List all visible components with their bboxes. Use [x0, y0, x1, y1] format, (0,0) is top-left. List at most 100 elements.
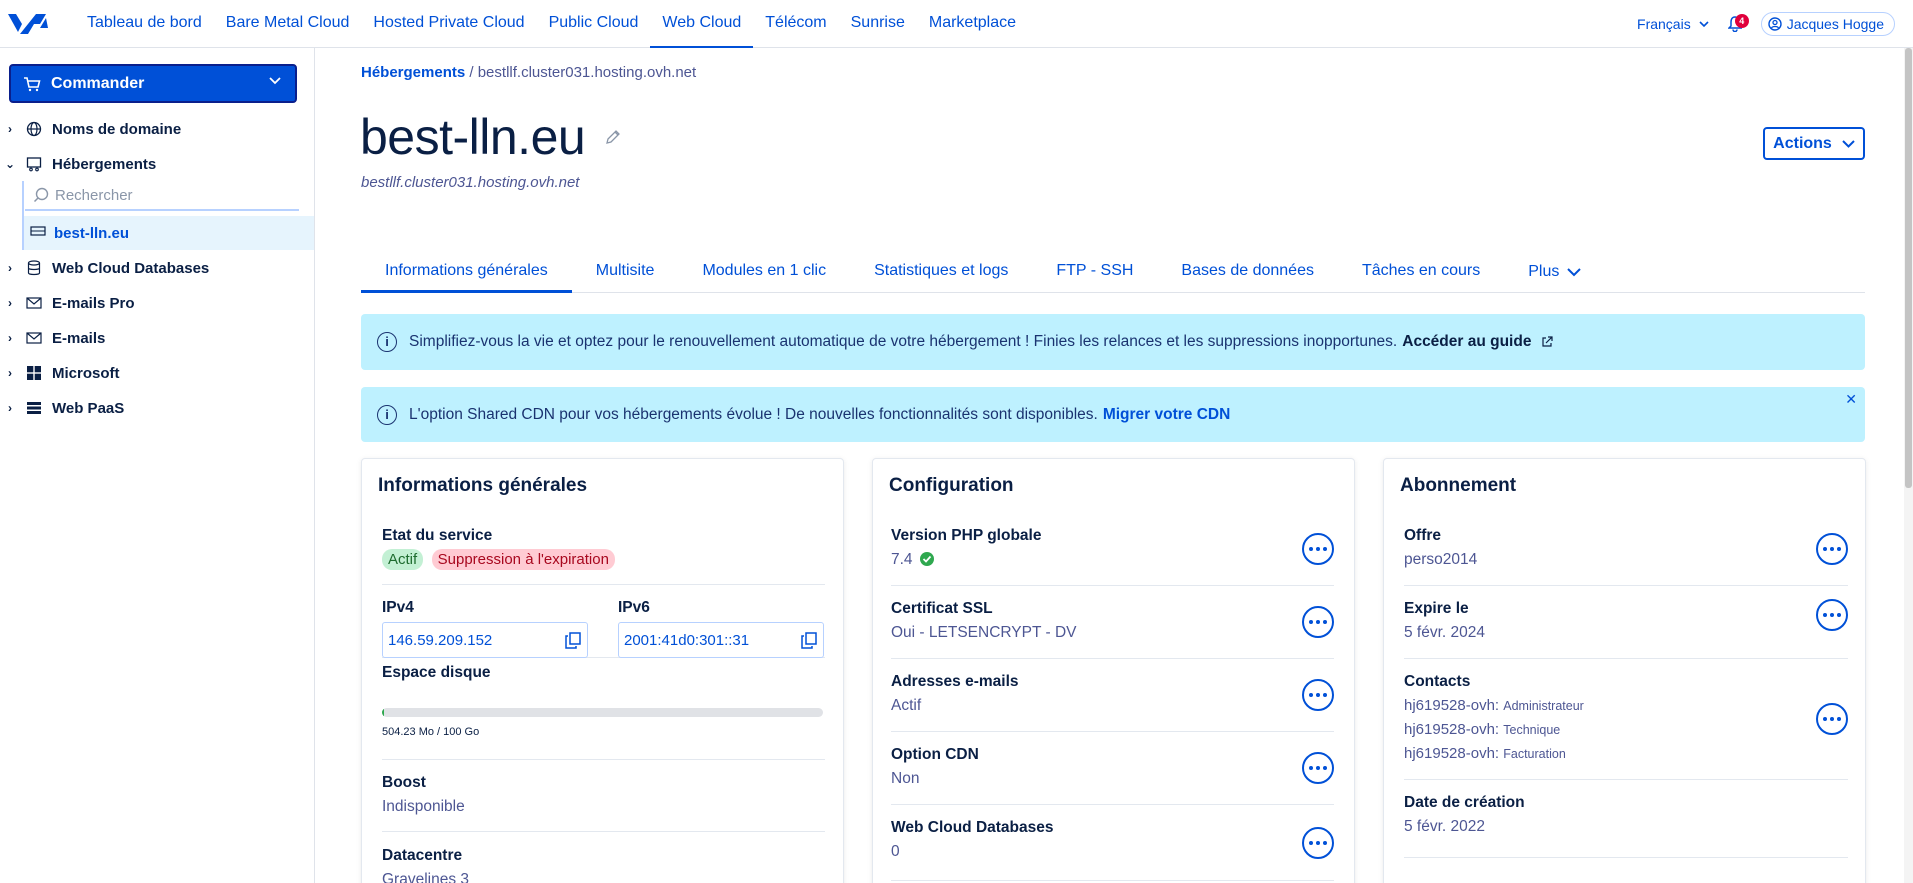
contact-role: Facturation [1503, 747, 1566, 761]
close-icon[interactable]: ✕ [1845, 391, 1857, 408]
sidebar-item-web-paas[interactable]: › Web PaaS [0, 393, 314, 423]
actions-button[interactable]: Actions [1763, 127, 1865, 160]
sidebar-item-microsoft[interactable]: › Microsoft [0, 358, 314, 388]
top-right-controls: Français 4 Jacques Hogge [1637, 0, 1895, 48]
status-badges: Actif Suppression à l'expiration [382, 549, 615, 570]
nav-item-sunrise[interactable]: Sunrise [839, 0, 917, 48]
email-more-button[interactable] [1302, 679, 1334, 711]
disk-progress-fill [382, 708, 385, 717]
status-badge-expiry: Suppression à l'expiration [431, 549, 615, 570]
tab-databases[interactable]: Bases de données [1157, 251, 1338, 293]
sidebar-item-label: Hébergements [52, 155, 157, 173]
chevron-right-icon[interactable]: › [0, 122, 20, 136]
info-icon: i [377, 404, 397, 425]
sidebar: Commander › Noms de domaine ⌄ Hébergemen… [0, 48, 315, 883]
main-nav: Tableau de bord Bare Metal Cloud Hosted … [75, 0, 1028, 48]
language-selector[interactable]: Français [1637, 16, 1709, 32]
chevron-right-icon[interactable]: › [0, 366, 20, 380]
breadcrumb-current: bestllf.cluster031.hosting.ovh.net [477, 64, 697, 81]
external-link-icon[interactable] [1541, 336, 1554, 348]
copy-icon[interactable] [801, 632, 817, 649]
nav-item-public-cloud[interactable]: Public Cloud [537, 0, 651, 48]
order-button[interactable]: Commander [9, 64, 297, 103]
sidebar-item-hosting[interactable]: ⌄ Hébergements [0, 149, 314, 179]
email-addresses-row: Adresses e-mails Actif [891, 659, 1334, 732]
hosting-icon [24, 155, 44, 173]
sidebar-item-emails-pro[interactable]: › E-mails Pro [0, 288, 314, 318]
page-scrollbar-thumb[interactable] [1905, 48, 1912, 488]
chevron-down-icon [1842, 139, 1855, 148]
tab-modules[interactable]: Modules en 1 clic [678, 251, 850, 293]
sidebar-subitem-label: best-lln.eu [54, 224, 130, 242]
field-label: Date de création [1404, 794, 1525, 811]
tab-multisite[interactable]: Multisite [572, 251, 679, 293]
search-icon [33, 187, 49, 203]
expiry-more-button[interactable] [1816, 599, 1848, 631]
contact-item: hj619528-ovh: Technique [1404, 718, 1584, 742]
actions-button-label: Actions [1773, 134, 1832, 152]
chevron-right-icon[interactable]: › [0, 261, 20, 275]
ipv4-value: 146.59.209.152 [388, 631, 493, 649]
ipv6-field[interactable]: 2001:41d0:301::31 [618, 622, 824, 658]
nav-item-hosted-private[interactable]: Hosted Private Cloud [361, 0, 536, 48]
contact-role: Administrateur [1503, 699, 1584, 713]
copy-icon[interactable] [565, 632, 581, 649]
chevron-down-icon[interactable]: ⌄ [0, 157, 20, 171]
databases-more-button[interactable] [1302, 827, 1334, 859]
tab-tasks[interactable]: Tâches en cours [1338, 251, 1504, 293]
tab-ftp-ssh[interactable]: FTP - SSH [1032, 251, 1157, 293]
pencil-icon[interactable] [604, 128, 622, 146]
contact-id: hj619528-ovh: [1404, 721, 1500, 738]
stack-icon [24, 399, 44, 417]
tab-more[interactable]: Plus [1504, 251, 1605, 293]
sidebar-item-label: Microsoft [52, 364, 120, 382]
banner-text: Simplifiez-vous la vie et optez pour le … [409, 333, 1398, 350]
sidebar-item-domains[interactable]: › Noms de domaine [0, 114, 314, 144]
user-name: Jacques Hogge [1786, 16, 1884, 32]
chevron-right-icon[interactable]: › [0, 401, 20, 415]
nav-item-bare-metal[interactable]: Bare Metal Cloud [214, 0, 362, 48]
chevron-down-icon [1699, 20, 1709, 27]
offer-more-button[interactable] [1816, 533, 1848, 565]
cdn-more-button[interactable] [1302, 752, 1334, 784]
search-placeholder: Rechercher [55, 186, 133, 204]
web-cloud-databases-row: Web Cloud Databases 0 [891, 805, 1334, 881]
sidebar-item-web-cloud-databases[interactable]: › Web Cloud Databases [0, 253, 314, 283]
banner-migrate-link[interactable]: Migrer votre CDN [1103, 406, 1230, 424]
field-value: 0 [891, 843, 900, 860]
ipv4-field[interactable]: 146.59.209.152 [382, 622, 588, 658]
subscription-card: Abonnement Offre perso2014 Expire le 5 f… [1383, 458, 1866, 883]
sidebar-subitem-selected[interactable]: best-lln.eu [22, 216, 314, 250]
field-value: Non [891, 770, 920, 787]
ssl-more-button[interactable] [1302, 606, 1334, 638]
order-button-label: Commander [51, 74, 145, 92]
mail-icon [24, 294, 44, 312]
contacts-list: hj619528-ovh: Administrateur hj619528-ov… [1404, 694, 1584, 766]
field-value: 7.4 [891, 551, 934, 569]
field-value: Gravelines 3 [382, 871, 470, 883]
ovh-logo[interactable] [6, 10, 50, 38]
configuration-card: Configuration Version PHP globale 7.4 Ce… [872, 458, 1355, 883]
nav-item-web-cloud[interactable]: Web Cloud [650, 0, 754, 48]
sidebar-search-input[interactable]: Rechercher [25, 181, 299, 211]
contacts-more-button[interactable] [1816, 703, 1848, 735]
field-label: IPv4 [382, 599, 414, 616]
sidebar-item-label: Noms de domaine [52, 120, 182, 138]
php-version-row: Version PHP globale 7.4 [891, 513, 1334, 586]
sidebar-item-emails[interactable]: › E-mails [0, 323, 314, 353]
tab-statistics[interactable]: Statistiques et logs [850, 251, 1032, 293]
nav-item-marketplace[interactable]: Marketplace [917, 0, 1028, 48]
field-label: Espace disque [382, 664, 491, 681]
chevron-right-icon[interactable]: › [0, 331, 20, 345]
chevron-right-icon[interactable]: › [0, 296, 20, 310]
user-menu-button[interactable]: Jacques Hogge [1760, 12, 1895, 36]
banner-guide-link[interactable]: Accéder au guide [1402, 333, 1531, 351]
tab-general-info[interactable]: Informations générales [361, 251, 572, 293]
field-value: Actif [891, 697, 922, 714]
nav-item-telecom[interactable]: Télécom [753, 0, 838, 48]
creation-date-row: Date de création 5 févr. 2022 [1404, 780, 1848, 858]
notifications-button[interactable]: 4 [1723, 12, 1749, 36]
nav-item-dashboard[interactable]: Tableau de bord [75, 0, 214, 48]
breadcrumb-root-link[interactable]: Hébergements [361, 64, 465, 81]
php-more-button[interactable] [1302, 533, 1334, 565]
